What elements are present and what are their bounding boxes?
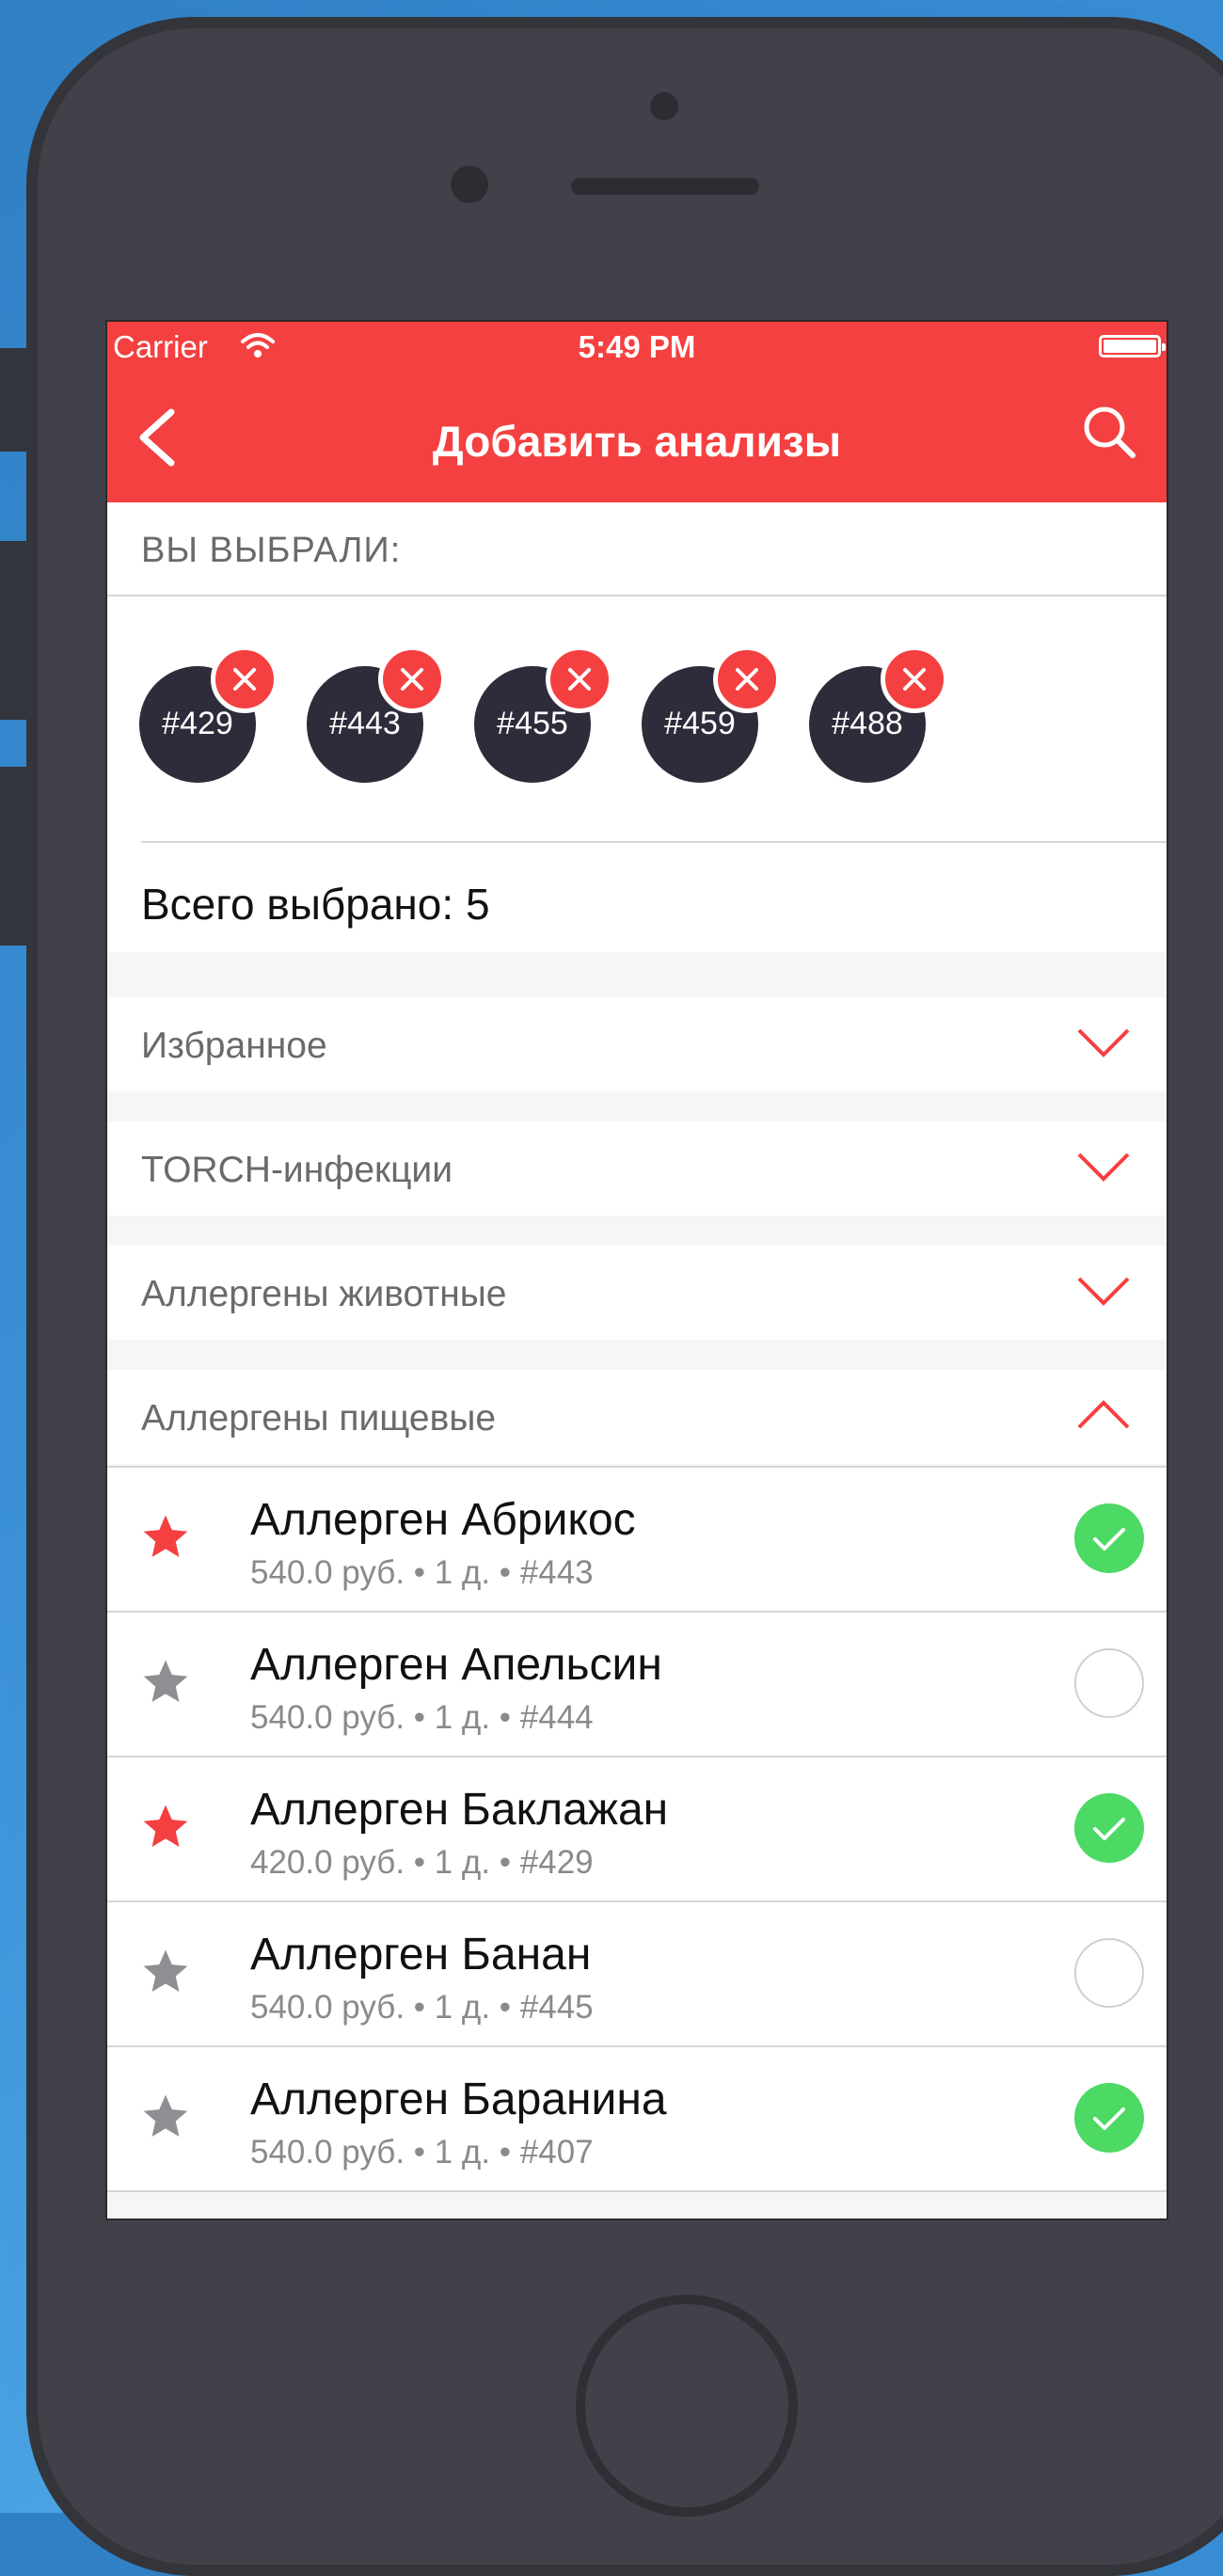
list-item[interactable]: Аллерген Баранина 540.0 руб. • 1 д. • #4… <box>107 2047 1167 2192</box>
status-time: 5:49 PM <box>578 329 696 364</box>
star-icon[interactable] <box>139 1801 192 1858</box>
chevron-down-icon <box>1076 1026 1131 1064</box>
list-item[interactable]: Аллерген Баклажан 420.0 руб. • 1 д. • #4… <box>107 1757 1167 1902</box>
group-animal-allergens[interactable]: Аллергены животные <box>107 1246 1167 1340</box>
remove-chip-icon[interactable] <box>211 645 278 713</box>
remove-chip-icon[interactable] <box>378 645 446 713</box>
unchecked-circle-icon[interactable] <box>1074 1648 1144 1718</box>
app-screen: Carrier 5:49 PM Добавить анализы ВЫ ВЫБР… <box>105 320 1168 2220</box>
item-meta: 540.0 руб. • 1 д. • #443 <box>250 1554 594 1591</box>
chevron-down-icon <box>1076 1274 1131 1312</box>
star-icon[interactable] <box>139 1511 192 1568</box>
star-icon[interactable] <box>139 1946 192 2003</box>
item-meta: 540.0 руб. • 1 д. • #444 <box>250 1699 594 1736</box>
checkmark-icon[interactable] <box>1074 1793 1144 1863</box>
unchecked-circle-icon[interactable] <box>1074 1938 1144 2008</box>
selected-chips-panel: #429 #443 #455 #459 #488 Всего выбрано: … <box>107 596 1167 952</box>
status-bar: Carrier 5:49 PM <box>107 322 1167 373</box>
divider <box>141 841 1167 843</box>
list-item[interactable]: Аллерген Абрикос 540.0 руб. • 1 д. • #44… <box>107 1468 1167 1613</box>
star-icon[interactable] <box>139 1656 192 1713</box>
group-label: Избранное <box>141 1026 327 1066</box>
selected-chip[interactable]: #443 <box>307 645 446 783</box>
group-torch[interactable]: TORCH-инфекции <box>107 1121 1167 1216</box>
selected-chip[interactable]: #455 <box>474 645 613 783</box>
group-label: Аллергены животные <box>141 1274 507 1314</box>
remove-chip-icon[interactable] <box>881 645 948 713</box>
proximity-sensor <box>650 92 678 120</box>
food-allergens-list: Аллерген Абрикос 540.0 руб. • 1 д. • #44… <box>107 1466 1167 2192</box>
item-name: Аллерген Банан <box>250 1930 592 1980</box>
selected-section-header: ВЫ ВЫБРАЛИ: <box>107 502 1167 596</box>
group-favorites[interactable]: Избранное <box>107 997 1167 1091</box>
page-title: Добавить анализы <box>432 417 842 466</box>
item-meta: 420.0 руб. • 1 д. • #429 <box>250 1844 594 1881</box>
selected-header-label: ВЫ ВЫБРАЛИ: <box>141 531 402 570</box>
search-icon[interactable] <box>1082 405 1138 466</box>
list-item[interactable]: Аллерген Банан 540.0 руб. • 1 д. • #445 <box>107 1902 1167 2047</box>
item-meta: 540.0 руб. • 1 д. • #445 <box>250 1989 594 2026</box>
remove-chip-icon[interactable] <box>546 645 613 713</box>
item-name: Аллерген Абрикос <box>250 1495 636 1545</box>
item-name: Аллерген Апельсин <box>250 1640 662 1690</box>
star-icon[interactable] <box>139 2091 192 2148</box>
front-camera <box>451 166 488 203</box>
home-button[interactable] <box>576 2295 798 2517</box>
battery-icon <box>1099 335 1166 358</box>
item-name: Аллерген Баранина <box>250 2075 667 2124</box>
group-label: TORCH-инфекции <box>141 1150 453 1190</box>
selected-chip[interactable]: #488 <box>809 645 948 783</box>
earpiece-speaker <box>571 178 759 195</box>
chevron-down-icon <box>1076 1150 1131 1188</box>
total-selected-label: Всего выбрано: 5 <box>141 880 490 929</box>
checkmark-icon[interactable] <box>1074 2083 1144 2153</box>
remove-chip-icon[interactable] <box>713 645 781 713</box>
selected-chip[interactable]: #459 <box>642 645 781 783</box>
item-meta: 540.0 руб. • 1 д. • #407 <box>250 2134 594 2171</box>
chevron-up-icon <box>1076 1398 1131 1437</box>
group-label: Аллергены пищевые <box>141 1398 497 1439</box>
selected-chip[interactable]: #429 <box>139 645 278 783</box>
group-food-allergens[interactable]: Аллергены пищевые <box>107 1370 1167 1464</box>
navigation-bar: Добавить анализы <box>107 373 1167 502</box>
checkmark-icon[interactable] <box>1074 1503 1144 1573</box>
list-item[interactable]: Аллерген Апельсин 540.0 руб. • 1 д. • #4… <box>107 1613 1167 1757</box>
item-name: Аллерген Баклажан <box>250 1785 669 1835</box>
